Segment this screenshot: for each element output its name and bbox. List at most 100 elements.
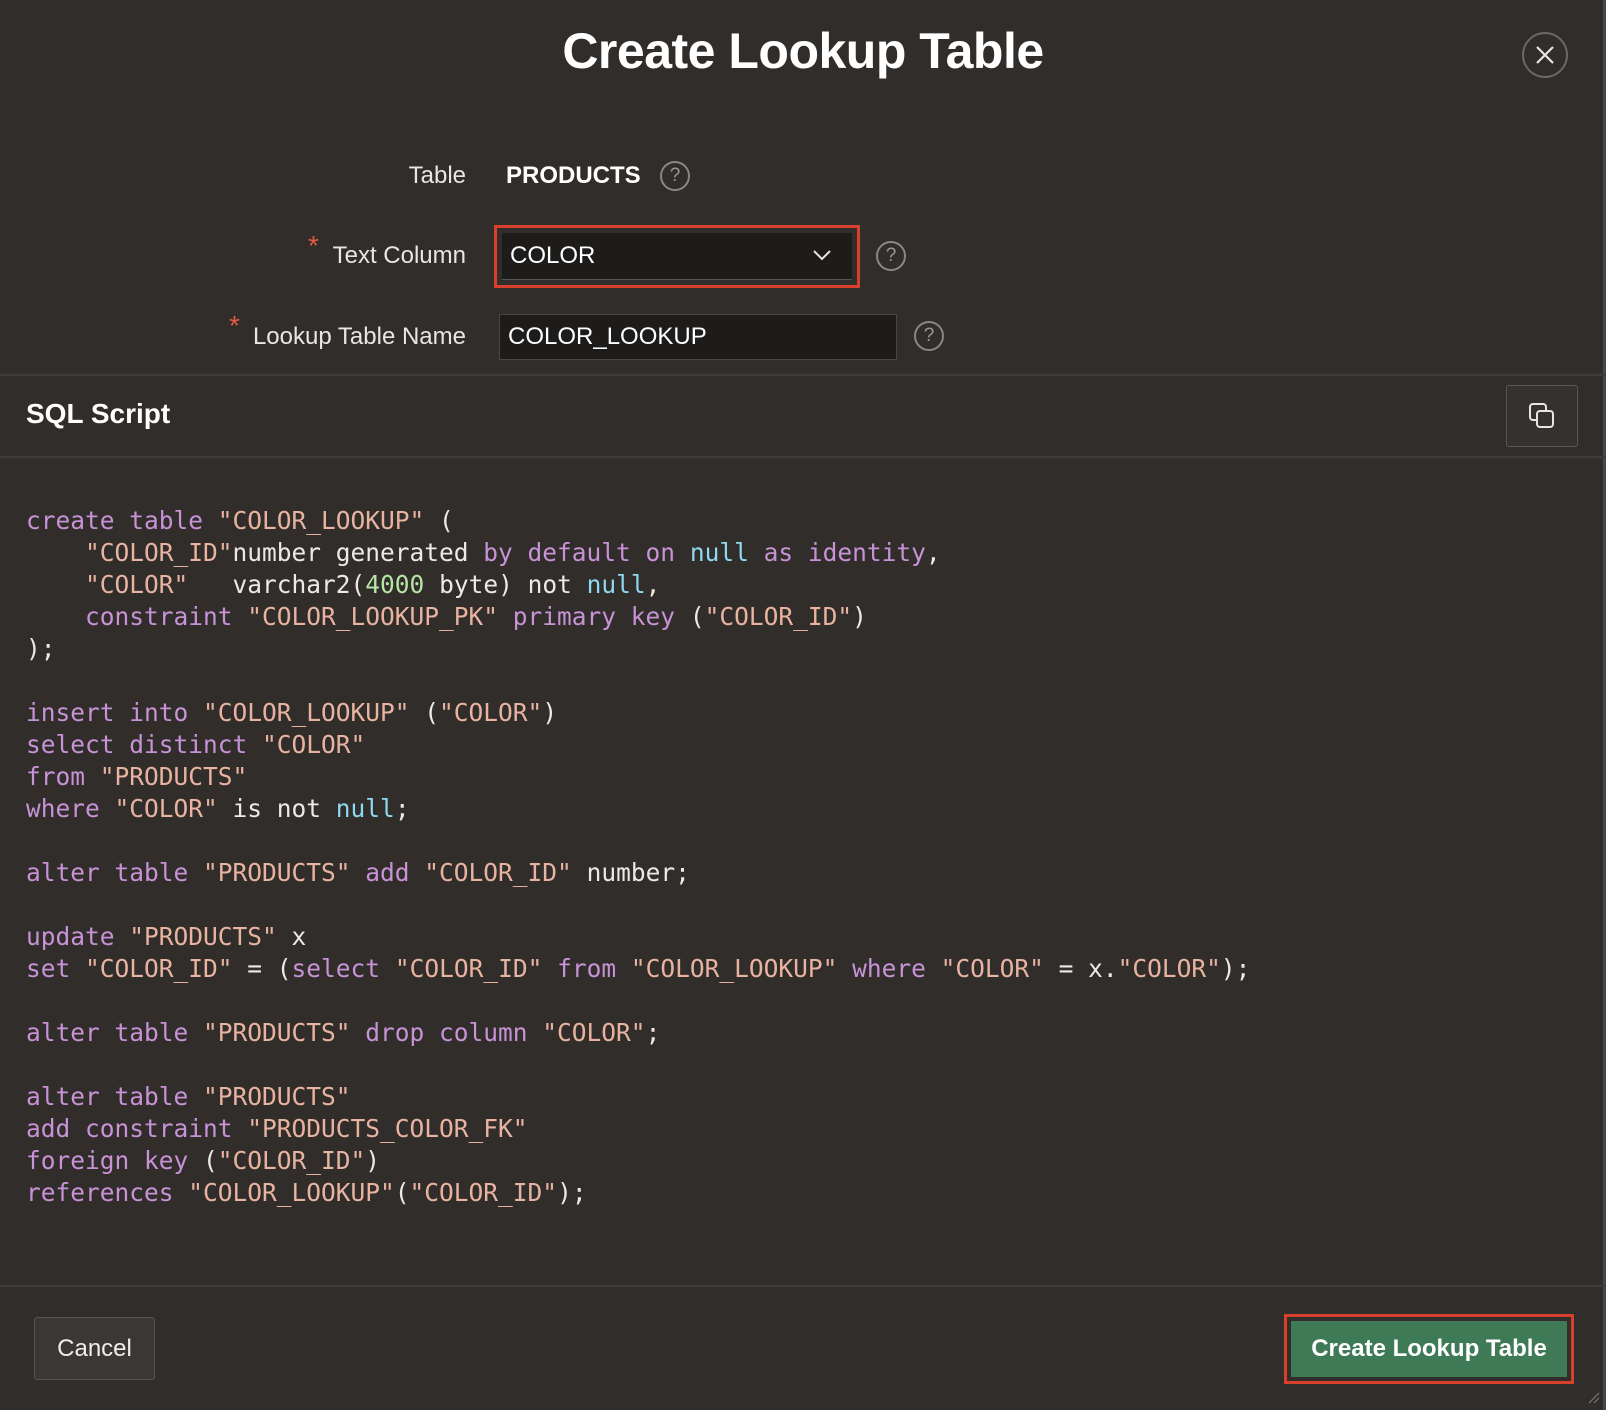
- sql-token: alter table: [26, 1082, 204, 1111]
- text-column-selected-value: COLOR: [510, 242, 596, 269]
- text-column-help-button[interactable]: ?: [876, 241, 906, 271]
- sql-token: x: [276, 922, 307, 951]
- sql-token: where: [837, 954, 941, 983]
- sql-token: foreign key: [26, 1146, 204, 1175]
- sql-token: "COLOR": [114, 794, 218, 823]
- sql-code-line: [26, 985, 1250, 1017]
- sql-code-line: alter table "PRODUCTS" add "COLOR_ID" nu…: [26, 857, 1250, 889]
- sql-token: "COLOR_ID": [704, 602, 853, 631]
- sql-token: alter table: [26, 858, 204, 887]
- close-icon: [1536, 46, 1554, 64]
- sql-token: "PRODUCTS": [203, 858, 351, 887]
- close-button[interactable]: [1522, 32, 1568, 78]
- help-icon: ?: [885, 245, 897, 266]
- create-lookup-table-dialog: Create Lookup Table Table PRODUCTS ? * T…: [0, 0, 1606, 1410]
- sql-token: "COLOR": [542, 1018, 646, 1047]
- sql-code-line: add constraint "PRODUCTS_COLOR_FK": [26, 1113, 1250, 1145]
- sql-token: "PRODUCTS": [129, 922, 277, 951]
- sql-code-line: where "COLOR" is not null;: [26, 793, 1250, 825]
- sql-code-line: constraint "COLOR_LOOKUP_PK" primary key…: [26, 601, 1250, 633]
- sql-code-line: select distinct "COLOR": [26, 729, 1250, 761]
- lookup-table-name-input[interactable]: [499, 314, 897, 360]
- sql-token: number generated: [232, 538, 484, 567]
- sql-token: );: [1220, 954, 1251, 983]
- sql-code-line: alter table "PRODUCTS": [26, 1081, 1250, 1113]
- dialog-title: Create Lookup Table: [562, 23, 1044, 79]
- sql-code-line: "COLOR" varchar2(4000 byte) not null,: [26, 569, 1250, 601]
- sql-token: "PRODUCTS": [203, 1018, 351, 1047]
- sql-code-line: [26, 1049, 1250, 1081]
- sql-token: drop column: [350, 1018, 543, 1047]
- sql-code-line: [26, 665, 1250, 697]
- sql-token: as: [748, 538, 808, 567]
- sql-token: "COLOR_LOOKUP": [203, 698, 410, 727]
- copy-button[interactable]: [1506, 385, 1578, 447]
- sql-token: "COLOR_LOOKUP": [630, 954, 838, 983]
- sql-token: "PRODUCTS_COLOR_FK": [247, 1114, 528, 1143]
- sql-code-line: "COLOR_ID"number generated by default on…: [26, 537, 1250, 569]
- cancel-button[interactable]: Cancel: [34, 1317, 155, 1380]
- lookup-table-name-help-button[interactable]: ?: [914, 321, 944, 351]
- chevron-down-icon: [813, 250, 831, 261]
- sql-token: ;: [394, 794, 410, 823]
- sql-token: (: [203, 1146, 218, 1175]
- sql-script-title: SQL Script: [26, 398, 171, 429]
- sql-token: "COLOR": [85, 570, 189, 599]
- sql-token: "COLOR_ID": [394, 954, 543, 983]
- sql-token: create table: [26, 506, 218, 535]
- sql-token: references: [26, 1178, 189, 1207]
- sql-token: "COLOR": [439, 698, 543, 727]
- sql-token: "COLOR_ID": [217, 1146, 366, 1175]
- text-column-select[interactable]: COLOR: [502, 233, 852, 280]
- sql-token: (: [424, 506, 454, 535]
- create-lookup-table-button[interactable]: Create Lookup Table: [1291, 1321, 1567, 1377]
- copy-icon: [1529, 403, 1554, 428]
- sql-token: from: [542, 954, 631, 983]
- sql-token: select: [291, 954, 395, 983]
- sql-token: add: [350, 858, 425, 887]
- resize-handle-icon[interactable]: [1586, 1390, 1600, 1404]
- sql-code-line: update "PRODUCTS" x: [26, 921, 1250, 953]
- sql-code-line: foreign key ("COLOR_ID"): [26, 1145, 1250, 1177]
- sql-token: ): [365, 1146, 381, 1175]
- sql-token: select distinct: [26, 730, 263, 759]
- sql-token: (: [689, 602, 705, 631]
- sql-token: (: [394, 1178, 410, 1207]
- sql-token: number;: [571, 858, 690, 887]
- sql-token: = (: [232, 954, 292, 983]
- sql-token: insert into: [26, 698, 204, 727]
- table-help-button[interactable]: ?: [660, 161, 690, 191]
- sql-code-line: references "COLOR_LOOKUP"("COLOR_ID");: [26, 1177, 1250, 1209]
- help-icon: ?: [669, 165, 681, 186]
- sql-script-code: create table "COLOR_LOOKUP" ( "COLOR_ID"…: [26, 505, 1250, 1209]
- sql-token: alter table: [26, 1018, 204, 1047]
- sql-token: "COLOR_ID": [85, 538, 233, 567]
- help-icon: ?: [923, 325, 935, 346]
- sql-token: "COLOR": [1117, 954, 1221, 983]
- sql-token: is not: [217, 794, 336, 823]
- sql-code-line: insert into "COLOR_LOOKUP" ("COLOR"): [26, 697, 1250, 729]
- sql-token: "COLOR_LOOKUP_PK": [247, 602, 499, 631]
- text-column-label: Text Column: [332, 242, 466, 269]
- sql-token: primary key: [498, 602, 690, 631]
- sql-token: null: [335, 794, 395, 823]
- sql-token: ;: [645, 1018, 661, 1047]
- sql-token: 4000: [365, 570, 425, 599]
- sql-token: );: [557, 1178, 587, 1207]
- sql-token: by default on: [483, 538, 690, 567]
- sql-code-line: from "PRODUCTS": [26, 761, 1250, 793]
- sql-token: ): [542, 698, 558, 727]
- section-divider: [0, 456, 1606, 458]
- sql-token: "COLOR": [940, 954, 1044, 983]
- sql-token: "COLOR_ID": [85, 954, 233, 983]
- sql-token: "COLOR_LOOKUP": [217, 506, 425, 535]
- text-column-highlight: COLOR: [494, 225, 860, 288]
- sql-code-line: set "COLOR_ID" = (select "COLOR_ID" from…: [26, 953, 1250, 985]
- sql-token: update: [26, 922, 130, 951]
- sql-token: varchar2(: [188, 570, 366, 599]
- sql-token: identity: [807, 538, 926, 567]
- sql-token: byte) not: [424, 570, 587, 599]
